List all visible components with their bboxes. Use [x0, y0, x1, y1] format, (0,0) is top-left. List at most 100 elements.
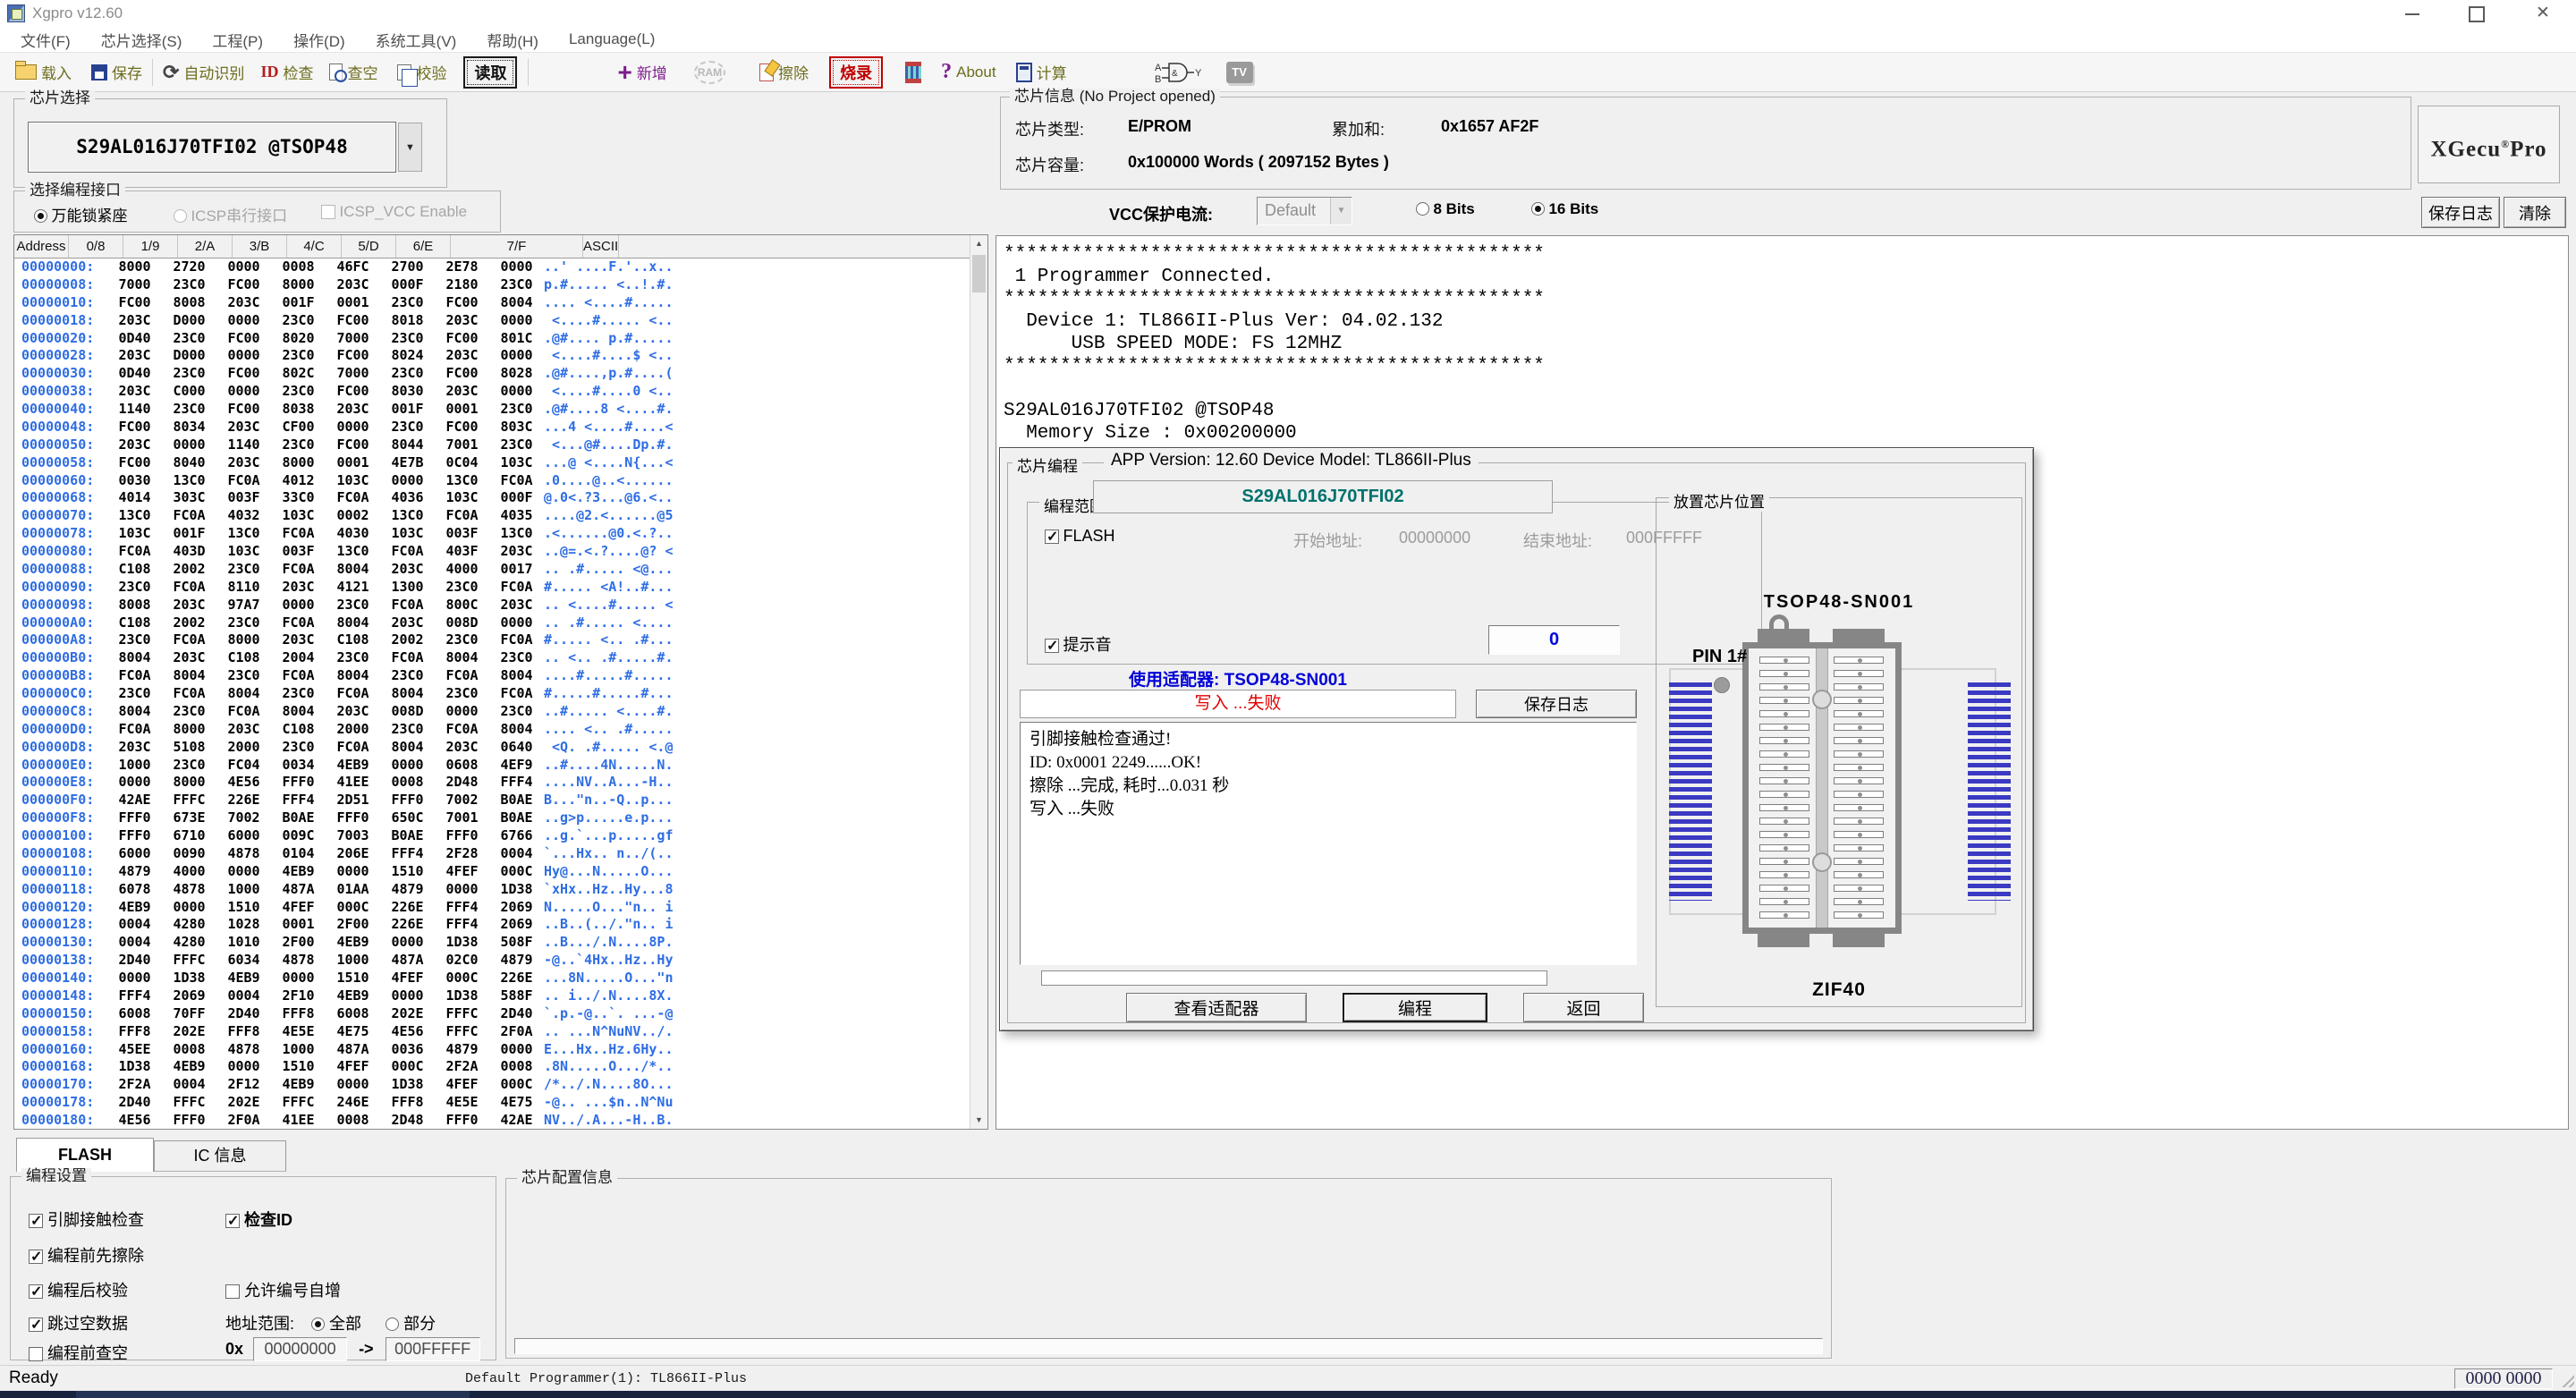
menu-item[interactable]: 帮助(H): [471, 29, 554, 51]
hex-address: 00000028:: [14, 347, 107, 365]
hex-cell: 0000: [489, 383, 544, 401]
hex-ascii: #..... <.. .#...: [544, 631, 676, 649]
chip-select-combo[interactable]: S29AL016J70TFI02 @TSOP48: [28, 122, 396, 173]
hex-scrollbar[interactable]: ▲ ▼: [970, 235, 987, 1129]
hex-cell: 487A: [380, 952, 435, 970]
hex-cell: 4FEF: [271, 899, 326, 917]
hex-ascii: .. .#..... <@...: [544, 561, 676, 579]
check-id-checkbox[interactable]: 检查ID: [225, 1207, 292, 1231]
logic-gate-button[interactable]: A B & Y: [1152, 56, 1208, 89]
program-button[interactable]: 编程: [1343, 993, 1487, 1022]
read-button[interactable]: 读取: [463, 56, 517, 89]
socket-tab: [1833, 933, 1885, 947]
add-button[interactable]: +新增: [614, 56, 669, 89]
save-button[interactable]: 保存: [89, 56, 145, 89]
icsp-vcc-checkbox[interactable]: ICSP_VCC Enable: [321, 203, 467, 221]
verify-after-checkbox[interactable]: 编程后校验: [29, 1278, 128, 1301]
hex-cell: FC00: [435, 365, 489, 383]
hex-cell: 0000: [326, 419, 380, 436]
menu-item[interactable]: 系统工具(V): [360, 29, 472, 51]
hex-cell: FC0A: [489, 685, 544, 703]
hex-cell: 802C: [271, 365, 326, 383]
pin-check-checkbox[interactable]: 引脚接触检查: [29, 1207, 144, 1231]
beep-checkbox[interactable]: 提示音: [1045, 632, 1111, 656]
auto-detect-button[interactable]: ⟳自动识别: [160, 56, 247, 89]
scroll-up-icon[interactable]: ▲: [970, 235, 987, 252]
hex-cell: 8024: [380, 347, 435, 365]
hex-prefix-label: 0x: [225, 1340, 243, 1358]
hex-cell: 0000: [489, 1041, 544, 1059]
hex-cell: 8004: [326, 561, 380, 579]
hex-cell: 2069: [489, 916, 544, 934]
addr-to-field[interactable]: 000FFFFF: [386, 1337, 480, 1361]
view-adapter-button[interactable]: 查看适配器: [1126, 993, 1307, 1022]
addr-all-radio[interactable]: 全部: [311, 1315, 361, 1333]
hex-cell: FC0A: [435, 507, 489, 525]
hex-cell: 23C0: [380, 419, 435, 436]
scrollbar-thumb[interactable]: [972, 255, 986, 292]
skip-blank-checkbox[interactable]: 跳过空数据: [29, 1311, 128, 1334]
save-log-label: 保存日志: [2428, 201, 2493, 225]
hex-address: 00000068:: [14, 489, 107, 507]
menu-item[interactable]: 工程(P): [197, 29, 278, 51]
load-button[interactable]: 载入: [13, 56, 74, 89]
hex-address: 00000030:: [14, 365, 107, 383]
chip-config-field: [514, 1338, 1823, 1354]
range-group: [1027, 502, 1762, 665]
erase-before-checkbox[interactable]: 编程前先擦除: [29, 1243, 144, 1267]
hex-cell: 103C: [216, 543, 271, 561]
hex-cell: 4035: [489, 507, 544, 525]
addr-range-row: 地址范围: 全部 部分: [225, 1311, 436, 1334]
flash-checkbox[interactable]: FLASH: [1045, 527, 1114, 546]
hex-cell: 4030: [326, 525, 380, 543]
addr-partial-radio[interactable]: 部分: [386, 1315, 436, 1333]
hex-address: 00000008:: [14, 276, 107, 294]
hex-row: 00000080: FC0A 403D 103C 003F 13C0 FC0A …: [14, 543, 987, 561]
dialog-save-log-button[interactable]: 保存日志: [1476, 690, 1637, 718]
bits16-radio[interactable]: 16 Bits: [1531, 200, 1598, 218]
menu-item[interactable]: Language(L): [554, 30, 670, 48]
menu-item[interactable]: 芯片选择(S): [86, 29, 198, 51]
chip-select-dropdown-icon[interactable]: [398, 123, 422, 172]
icsp-radio[interactable]: ICSP串行接口: [174, 203, 287, 225]
maximize-icon[interactable]: [2456, 0, 2497, 27]
verify-label: 校验: [416, 61, 446, 83]
hex-address: 00000078:: [14, 525, 107, 543]
erase-button[interactable]: 擦除: [757, 56, 811, 89]
hex-cell: 8000: [162, 774, 216, 792]
scroll-down-icon[interactable]: ▼: [970, 1112, 987, 1129]
save-log-button-top[interactable]: 保存日志: [2421, 197, 2500, 228]
vcc-dropdown[interactable]: Default ▼: [1257, 197, 1352, 225]
blank-before-checkbox[interactable]: 编程前查空: [29, 1341, 128, 1364]
chip-button[interactable]: [902, 56, 924, 89]
burn-button[interactable]: 烧录: [829, 56, 883, 89]
allow-sn-inc-checkbox[interactable]: 允许编号自增: [225, 1278, 341, 1301]
menu-item[interactable]: 文件(F): [5, 29, 86, 51]
clear-button[interactable]: 清除: [2504, 197, 2566, 228]
tv-button[interactable]: TV: [1224, 56, 1256, 89]
check-id-button[interactable]: ID检查: [258, 56, 316, 89]
resize-grip[interactable]: [2560, 1373, 2574, 1387]
close-icon[interactable]: [2522, 0, 2563, 27]
hex-cell: FC04: [216, 757, 271, 775]
hex-cell: 803C: [489, 419, 544, 436]
calc-button[interactable]: 计算: [1013, 56, 1070, 89]
bits8-radio[interactable]: 8 Bits: [1416, 200, 1475, 218]
hex-cell: FFF4: [271, 792, 326, 809]
read-label: 读取: [474, 64, 506, 82]
hex-cell: 0000: [216, 383, 271, 401]
menu-item[interactable]: 操作(D): [278, 29, 360, 51]
blank-check-button[interactable]: 查空: [326, 56, 380, 89]
socket-radio[interactable]: 万能锁紧座: [34, 203, 127, 225]
about-button[interactable]: ?About: [938, 56, 998, 89]
back-button[interactable]: 返回: [1523, 993, 1644, 1022]
app-icon: [7, 4, 25, 22]
hex-cell: 650C: [380, 809, 435, 827]
tab-ic-info[interactable]: IC 信息: [154, 1140, 286, 1172]
minimize-icon[interactable]: [2392, 0, 2433, 27]
hex-cell: 003F: [216, 489, 271, 507]
hex-cell: 4EB9: [326, 934, 380, 952]
hex-cell: 0000: [162, 899, 216, 917]
addr-from-field[interactable]: 00000000: [253, 1337, 347, 1361]
verify-button[interactable]: 校验: [394, 56, 449, 89]
